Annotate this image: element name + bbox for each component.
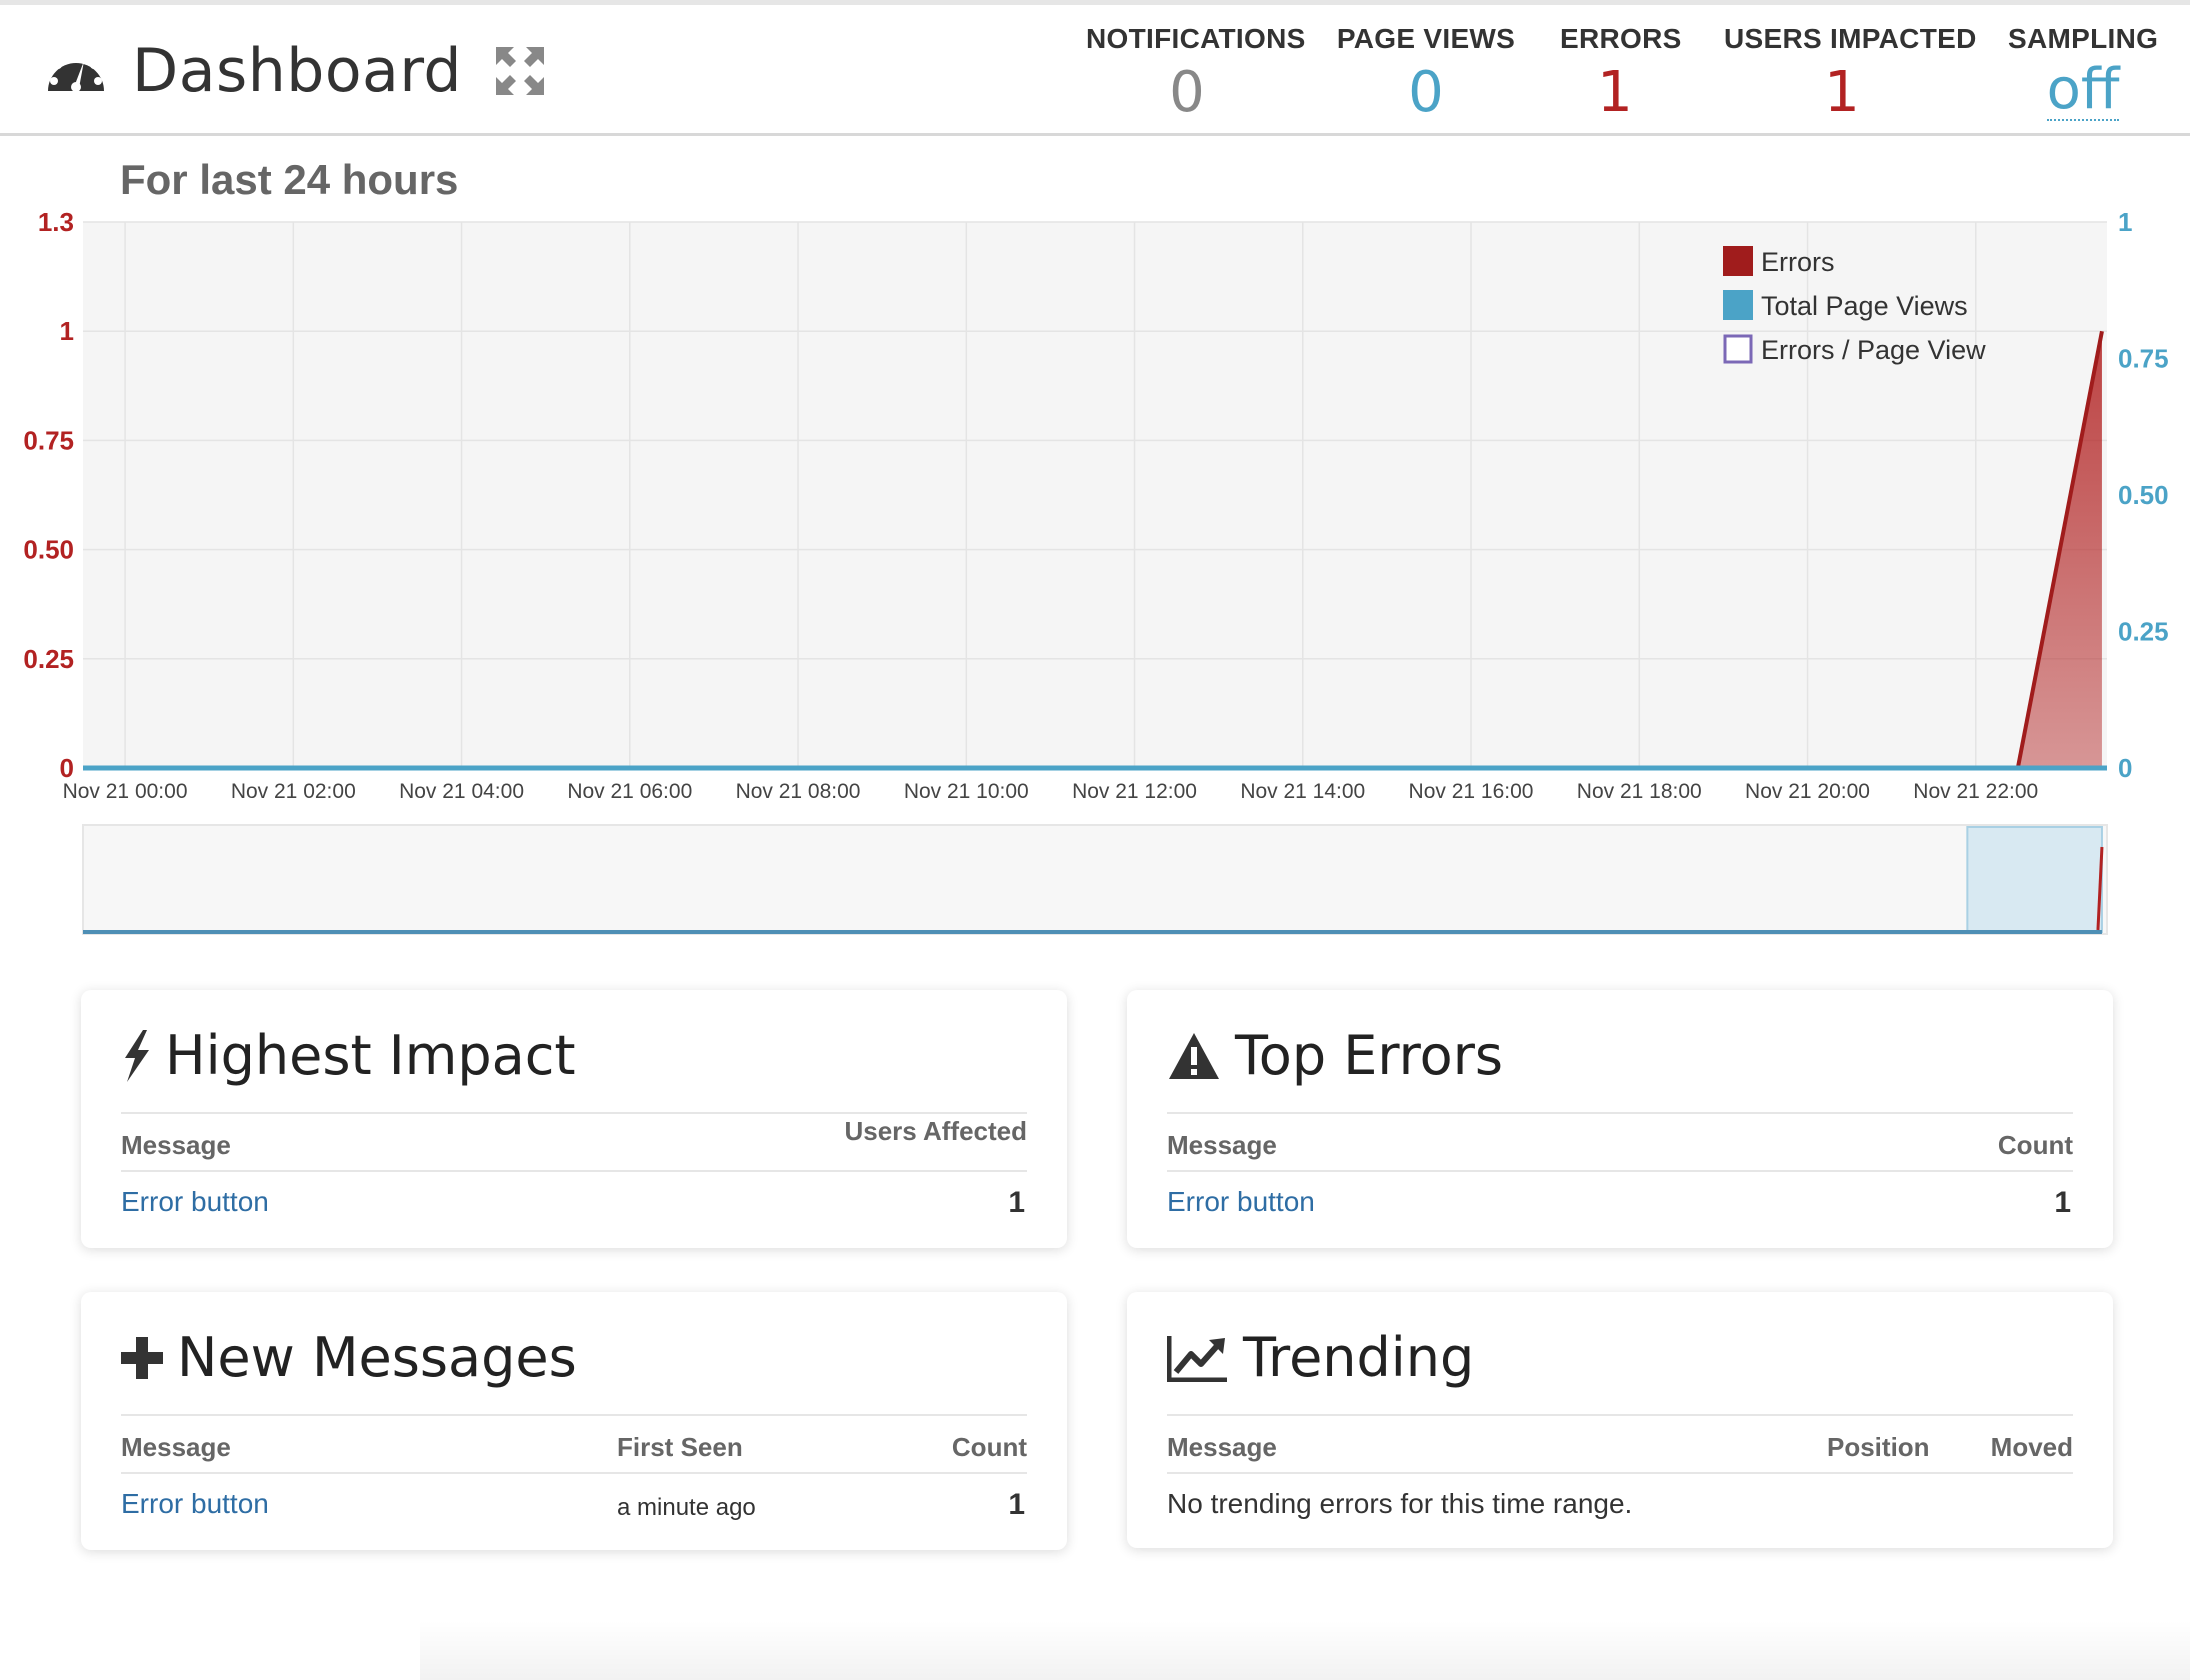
card-title: Trending (1167, 1326, 1474, 1389)
lightning-bolt-icon (125, 1029, 149, 1082)
y-axis-left-tick-label: 0.75 (23, 425, 74, 455)
x-axis-tick-label: Nov 21 00:00 (63, 780, 188, 803)
column-header-count[interactable]: Count (1998, 1130, 2073, 1161)
stat-label: ERRORS (1560, 23, 1682, 54)
column-header-first-seen[interactable]: First Seen (617, 1432, 743, 1463)
card-title: Highest Impact (121, 1024, 576, 1087)
error-message-link[interactable]: Error button (121, 1488, 269, 1520)
card-title-text: Trending (1243, 1326, 1475, 1389)
x-axis-tick-label: Nov 21 08:00 (736, 780, 861, 803)
x-axis-tick-label: Nov 21 14:00 (1240, 780, 1365, 803)
y-axis-left-tick-label: 1 (60, 316, 74, 346)
error-message-link[interactable]: Error button (121, 1186, 269, 1218)
stat-value: 0 (1169, 60, 1205, 125)
stat-label: NOTIFICATIONS (1086, 23, 1306, 54)
top-errors-card: Top Errors Message Count Error button 1 (1127, 990, 2113, 1248)
time-range-title: For last 24 hours (120, 156, 459, 203)
column-header-message[interactable]: Message (121, 1432, 231, 1463)
divider (1167, 1170, 2073, 1172)
bottom-fade (420, 1620, 2190, 1680)
y-axis-right-tick-label: 0.75 (2118, 344, 2169, 374)
stat-errors[interactable]: ERRORS 1 (1560, 23, 1682, 125)
x-axis-tick-label: Nov 21 16:00 (1409, 780, 1534, 803)
y-axis-left-tick-label: 0.50 (23, 535, 74, 565)
legend-swatch (1723, 290, 1753, 320)
stat-users-impacted[interactable]: USERS IMPACTED 1 (1724, 23, 1977, 125)
column-header-users-affected[interactable]: Users Affected (844, 1116, 1027, 1147)
card-title: Top Errors (1167, 1024, 1503, 1087)
x-axis-tick-label: Nov 21 22:00 (1913, 780, 2038, 803)
legend-label: Errors / Page View (1761, 335, 1986, 365)
message-count-value: 1 (1008, 1488, 1025, 1521)
divider (121, 1472, 1027, 1474)
x-axis-tick-label: Nov 21 12:00 (1072, 780, 1197, 803)
divider (1167, 1472, 2073, 1474)
x-axis-tick-label: Nov 21 20:00 (1745, 780, 1870, 803)
y-axis-left-tick-label: 1.3 (38, 207, 74, 237)
stat-label: USERS IMPACTED (1724, 23, 1977, 54)
x-axis-tick-label: Nov 21 02:00 (231, 780, 356, 803)
column-header-message[interactable]: Message (1167, 1130, 1277, 1161)
y-axis-right-tick-label: 0.50 (2118, 480, 2169, 510)
highest-impact-card: Highest Impact Message Users Affected Er… (81, 990, 1067, 1248)
divider (121, 1414, 1027, 1416)
card-title-text: Top Errors (1235, 1024, 1504, 1087)
dashboard-header: Dashboard NOTIFICATIONS 0 PAGE VIEWS 0 E… (0, 5, 2190, 136)
empty-state-text: No trending errors for this time range. (1167, 1488, 1633, 1519)
card-title: New Messages (121, 1326, 577, 1389)
card-title-text: Highest Impact (165, 1024, 576, 1087)
legend-swatch (1723, 246, 1753, 276)
y-axis-right-tick-label: 0.25 (2118, 617, 2169, 647)
stat-sampling[interactable]: SAMPLING off (2008, 23, 2158, 121)
stat-notifications[interactable]: NOTIFICATIONS 0 (1086, 23, 1306, 125)
users-affected-value: 1 (1008, 1186, 1025, 1219)
y-axis-left-tick-label: 0.25 (23, 644, 74, 674)
stat-page-views[interactable]: PAGE VIEWS 0 (1336, 23, 1516, 125)
divider (1167, 1414, 2073, 1416)
error-message-link[interactable]: Error button (1167, 1186, 1315, 1218)
warning-triangle-icon (1169, 1032, 1219, 1079)
legend-label: Total Page Views (1761, 291, 1968, 321)
stat-value: 1 (1824, 60, 1860, 125)
x-axis-tick-label: Nov 21 04:00 (399, 780, 524, 803)
x-axis-tick-label: Nov 21 18:00 (1577, 780, 1702, 803)
stat-value: 1 (1597, 60, 1633, 125)
range-navigator-selection (1966, 826, 2103, 933)
card-title-text: New Messages (177, 1326, 577, 1389)
stat-label: SAMPLING (2008, 23, 2159, 54)
y-axis-left-tick-label: 0 (60, 753, 74, 783)
stat-label: PAGE VIEWS (1336, 23, 1516, 54)
legend-label: Errors (1761, 247, 1835, 277)
range-navigator (82, 824, 2108, 935)
errors-timeline-chart: 0 0.25 0.50 0.75 1 1.3 0 0.25 0.50 0.75 1 Nov 21 00… (23, 207, 2169, 935)
trending-card: Trending Message Position Moved No trend… (1127, 1292, 2113, 1548)
column-header-moved[interactable]: Moved (1991, 1432, 2073, 1463)
column-header-position[interactable]: Position (1827, 1432, 1930, 1463)
y-axis-right-tick-label: 0 (2118, 753, 2132, 783)
x-axis-tick-label: Nov 21 10:00 (904, 780, 1029, 803)
column-header-message[interactable]: Message (121, 1130, 231, 1161)
y-axis-right-tick-label: 1 (2118, 207, 2132, 237)
column-header-count[interactable]: Count (952, 1432, 1027, 1463)
plus-icon (121, 1336, 163, 1379)
line-chart-icon (1167, 1335, 1227, 1382)
column-header-message[interactable]: Message (1167, 1432, 1277, 1463)
first-seen-value: a minute ago (617, 1494, 756, 1521)
divider (121, 1170, 1027, 1172)
legend-swatch (1723, 334, 1753, 364)
summary-stats: NOTIFICATIONS 0 PAGE VIEWS 0 ERRORS 1 US… (0, 23, 2190, 133)
error-count-value: 1 (2054, 1186, 2071, 1219)
sampling-toggle-link[interactable]: off (2046, 61, 2120, 121)
stat-value: 0 (1408, 60, 1444, 125)
divider (121, 1112, 1027, 1114)
x-axis-tick-label: Nov 21 06:00 (567, 780, 692, 803)
new-messages-card: New Messages Message First Seen Count Er… (81, 1292, 1067, 1550)
divider (1167, 1112, 2073, 1114)
